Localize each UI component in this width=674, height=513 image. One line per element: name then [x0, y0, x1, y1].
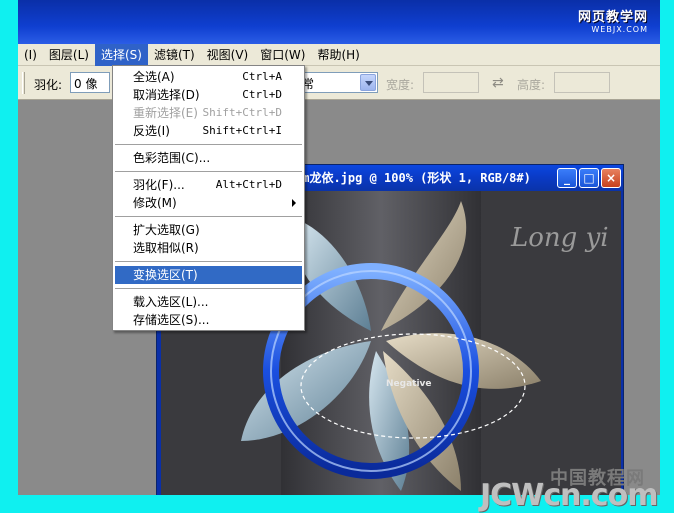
menu-item-label: 选取相似(R) [133, 241, 199, 255]
menu-item-label: 重新选择(E) [133, 106, 198, 120]
menu-filter[interactable]: 滤镜(T) [148, 44, 201, 66]
menu-separator [115, 261, 302, 262]
width-label: 宽度: [386, 78, 415, 92]
menu-bar: (I) 图层(L) 选择(S) 滤镜(T) 视图(V) 窗口(W) 帮助(H) [18, 43, 660, 66]
site-logo-url: WEBJX.COM [591, 25, 648, 34]
menu-item-similar[interactable]: 选取相似(R) [115, 239, 302, 257]
app-title-bar [18, 0, 660, 44]
menu-item-transform-selection[interactable]: 变换选区(T) [115, 266, 302, 284]
menu-item-color-range[interactable]: 色彩范围(C)... [115, 149, 302, 167]
menu-window[interactable]: 窗口(W) [254, 44, 311, 66]
menu-item-label: 扩大选取(G) [133, 223, 200, 237]
menu-item-inverse[interactable]: 反选(I) Shift+Ctrl+I [115, 122, 302, 140]
submenu-arrow-icon [292, 199, 296, 207]
chevron-down-icon[interactable] [360, 74, 376, 91]
menu-item-shortcut: Shift+Ctrl+D [202, 106, 282, 119]
artwork-negative-text: Negative [386, 379, 432, 389]
menu-item-label: 变换选区(T) [133, 268, 198, 282]
swap-arrows-icon[interactable]: ⇄ [492, 75, 504, 91]
height-label: 高度: [517, 78, 546, 92]
menu-item-label: 修改(M) [133, 196, 177, 210]
menu-item-label: 反选(I) [133, 124, 170, 138]
height-input[interactable] [554, 72, 610, 93]
menu-item-feather[interactable]: 羽化(F)... Alt+Ctrl+D [115, 176, 302, 194]
menu-item-shortcut: Ctrl+D [242, 88, 282, 101]
minimize-icon: _ [564, 171, 570, 185]
menu-separator [115, 288, 302, 289]
menu-item-label: 取消选择(D) [133, 88, 200, 102]
photoshop-window: (I) 图层(L) 选择(S) 滤镜(T) 视图(V) 窗口(W) 帮助(H) … [18, 0, 660, 495]
menu-separator [115, 144, 302, 145]
close-button[interactable]: × [601, 168, 621, 188]
maximize-icon: □ [583, 171, 595, 185]
minimize-button[interactable]: _ [557, 168, 577, 188]
menu-layer[interactable]: 图层(L) [43, 44, 95, 66]
artwork-title-text: Long yi [510, 223, 609, 253]
menu-separator [115, 171, 302, 172]
menu-item-save-selection[interactable]: 存储选区(S)... [115, 311, 302, 329]
menu-item-grow[interactable]: 扩大选取(G) [115, 221, 302, 239]
feather-label: 羽化: [34, 78, 63, 92]
maximize-button[interactable]: □ [579, 168, 599, 188]
menu-item-label: 全选(A) [133, 70, 175, 84]
menu-item-label: 载入选区(L)... [133, 295, 209, 309]
menu-item-load-selection[interactable]: 载入选区(L)... [115, 293, 302, 311]
menu-item-modify[interactable]: 修改(M) [115, 194, 302, 212]
menu-image[interactable]: (I) [18, 44, 43, 66]
menu-item-label: 色彩范围(C)... [133, 151, 211, 165]
watermark-en: JCWcn.com [480, 478, 658, 513]
feather-input[interactable]: 0 像 [70, 72, 110, 93]
menu-separator [115, 216, 302, 217]
site-logo-name: 网页教学网 [577, 10, 648, 25]
close-icon: × [605, 171, 617, 185]
menu-item-select-all[interactable]: 全选(A) Ctrl+A [115, 68, 302, 86]
menu-select[interactable]: 选择(S) [94, 43, 148, 66]
menu-item-shortcut: Ctrl+A [242, 70, 282, 83]
menu-item-shortcut: Alt+Ctrl+D [215, 178, 282, 191]
menu-item-label: 羽化(F)... [133, 178, 185, 192]
menu-item-label: 存储选区(S)... [133, 313, 210, 327]
menu-help[interactable]: 帮助(H) [311, 44, 365, 66]
menu-item-reselect[interactable]: 重新选择(E) Shift+Ctrl+D [115, 104, 302, 122]
select-dropdown-menu: 全选(A) Ctrl+A 取消选择(D) Ctrl+D 重新选择(E) Shift+C… [112, 65, 305, 331]
menu-item-shortcut: Shift+Ctrl+I [202, 124, 282, 137]
site-logo-top: 网页教学网 WEBJX.COM [578, 6, 648, 34]
menu-view[interactable]: 视图(V) [201, 44, 255, 66]
toolbar-grip[interactable] [22, 72, 25, 94]
menu-item-deselect[interactable]: 取消选择(D) Ctrl+D [115, 86, 302, 104]
width-input[interactable] [423, 72, 479, 93]
